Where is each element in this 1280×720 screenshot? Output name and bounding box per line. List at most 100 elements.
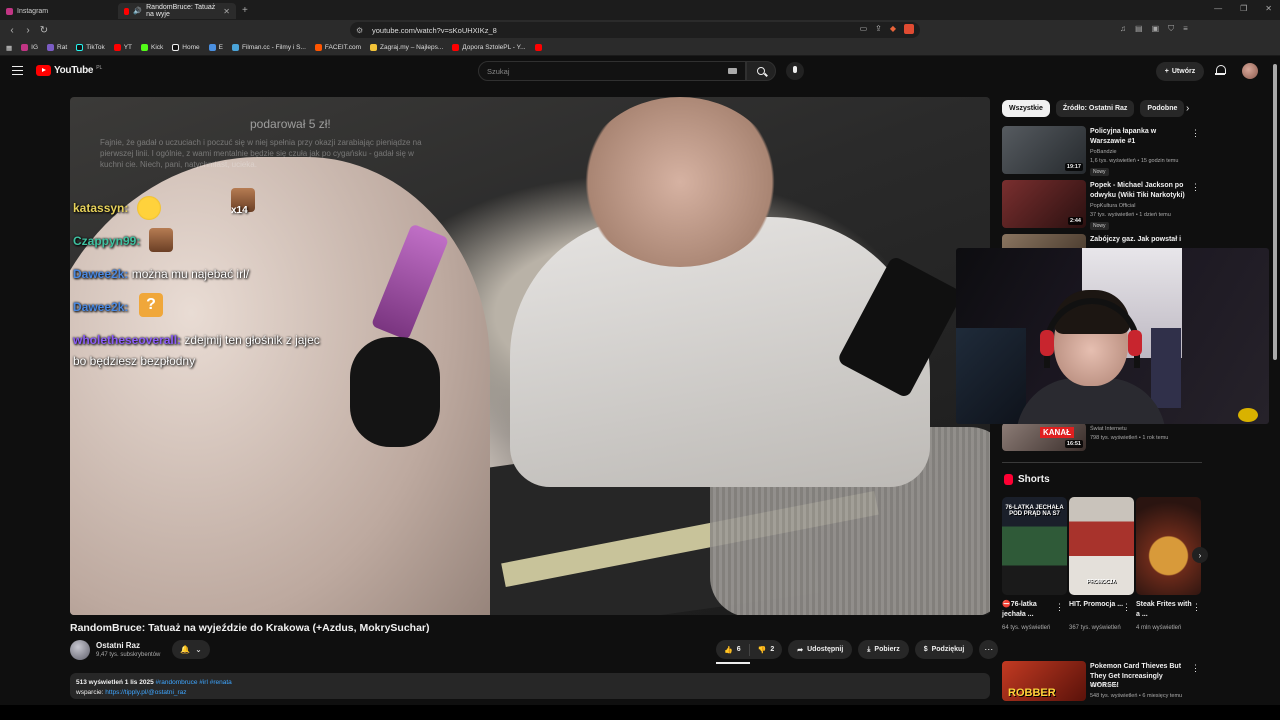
chip-all[interactable]: Wszystkie: [1002, 100, 1050, 117]
short-title[interactable]: ⛔76-latka jechała ...: [1002, 600, 1058, 620]
music-icon[interactable]: ♫: [1120, 24, 1126, 34]
question-emote-icon: ?: [139, 293, 163, 317]
hamburger-menu-icon[interactable]: [12, 66, 23, 75]
search-input[interactable]: Szukaj: [478, 61, 746, 81]
thumbs-down-icon: 👎: [757, 646, 767, 654]
menu-icon[interactable]: ≡: [1183, 24, 1188, 34]
duration-badge: 16:51: [1064, 440, 1083, 448]
video-player[interactable]: podarował 5 zł! Fajnie, że gadał o uczuc…: [70, 97, 990, 615]
close-window-icon[interactable]: ✕: [1265, 4, 1272, 13]
tiktok-icon: [76, 44, 84, 51]
brave-rewards-icon[interactable]: [904, 24, 914, 34]
bookmark-ig[interactable]: IG: [21, 44, 38, 51]
short-thumbnail[interactable]: 76-LATKA JECHAŁA POD PRĄD NA S7: [1002, 497, 1067, 595]
short-thumbnail[interactable]: [1136, 497, 1201, 595]
apps-icon[interactable]: ▦: [6, 44, 12, 52]
webcam-shelf: [1151, 328, 1181, 408]
bookmark-kick[interactable]: Kick: [141, 44, 163, 51]
bookmark-yt-extra[interactable]: [534, 44, 542, 51]
more-vert-icon[interactable]: ⋮: [1191, 182, 1200, 193]
bookmark-rat[interactable]: Rat: [47, 44, 67, 51]
sidebar-icon[interactable]: ▤: [1135, 24, 1143, 34]
recommended-channel: Świat Internetu: [1090, 426, 1127, 432]
bookmark-faceit[interactable]: FACEIT.com: [314, 44, 361, 51]
chat-message: bo będziesz bezpłodny: [73, 354, 196, 368]
forward-icon[interactable]: ›: [20, 25, 36, 36]
back-icon[interactable]: ‹: [4, 25, 20, 36]
support-link[interactable]: https://tipply.pl/@ostatni_raz: [105, 689, 186, 696]
site-settings-icon[interactable]: ⚙: [356, 26, 363, 35]
shorts-header: Shorts: [1004, 474, 1050, 485]
rat-icon: [47, 44, 55, 51]
more-vert-icon[interactable]: ⋮: [1192, 602, 1201, 613]
short-thumbnail[interactable]: PROMOCJA: [1069, 497, 1134, 595]
bookmark-zagraj[interactable]: Zagraj.my – Najleps...: [370, 44, 443, 51]
address-bar[interactable]: ⚙ youtube.com/watch?v=sKoUHXIKz_8 ▭ ⇪ ◆: [350, 22, 920, 38]
description-line: 513 wyświetleń 1 lis 2025 #randombruce #…: [76, 679, 232, 686]
close-tab-icon[interactable]: ✕: [223, 7, 230, 16]
bookmark-sztole[interactable]: Дорога SztolePL - Y...: [452, 44, 526, 51]
recommended-video[interactable]: 19:17 Policyjna łapanka w Warszawie #1 P…: [1002, 126, 1202, 176]
bookmark-tiktok[interactable]: TikTok: [76, 44, 105, 51]
subscription-bell-button[interactable]: 🔔 ⌄: [172, 640, 210, 659]
more-vert-icon[interactable]: ⋮: [1055, 602, 1064, 613]
tab-instagram[interactable]: Instagram: [0, 3, 118, 19]
account-avatar[interactable]: [1242, 63, 1258, 79]
shield-icon[interactable]: ⛉: [1168, 24, 1174, 34]
share-icon[interactable]: ⇪: [875, 24, 882, 34]
minimize-icon[interactable]: —: [1214, 4, 1222, 13]
chevron-right-icon[interactable]: ›: [1186, 103, 1189, 114]
channel-name[interactable]: Ostatni Raz: [96, 641, 140, 650]
wallet-icon[interactable]: ▣: [1152, 24, 1160, 34]
more-vert-icon[interactable]: ⋮: [1122, 602, 1131, 613]
brave-shields-icon[interactable]: ◆: [890, 24, 896, 34]
create-button[interactable]: + Utwórz: [1156, 62, 1204, 81]
bookmark-home[interactable]: Home: [172, 44, 200, 51]
voice-search-icon[interactable]: [786, 62, 804, 80]
short-views: 367 tys. wyświetleń: [1069, 625, 1121, 631]
laughing-emote-icon: [137, 196, 161, 220]
more-vert-icon[interactable]: ⋮: [1191, 128, 1200, 139]
thanks-button[interactable]: $ Podziękuj: [914, 640, 974, 659]
chat-message: Dawee2k:: [73, 300, 129, 314]
recommended-video[interactable]: Zabójczy gaz. Jak powstał i: [1002, 234, 1202, 248]
chip-source[interactable]: Źródło: Ostatni Raz: [1055, 100, 1135, 117]
video-thumbnail: KANAŁ 16:51: [1002, 423, 1086, 451]
video-description[interactable]: 513 wyświetleń 1 lis 2025 #randombruce #…: [70, 673, 990, 699]
channel-avatar[interactable]: [70, 640, 90, 660]
recommended-video[interactable]: ROBBER Pokemon Card Thieves But They Get…: [1002, 661, 1202, 711]
download-button[interactable]: ⤓ Pobierz: [858, 640, 909, 659]
new-tab-button[interactable]: +: [242, 5, 248, 16]
search-button[interactable]: [746, 61, 776, 81]
recommended-meta: 798 tys. wyświetleń • 1 rok temu: [1090, 435, 1169, 441]
zagraj-icon: [370, 44, 378, 51]
thumbnail-text: ROBBER: [1008, 687, 1056, 699]
short-title[interactable]: Steak Frites with a ...: [1136, 600, 1192, 620]
like-button[interactable]: 👍 6: [716, 646, 749, 654]
bookmark-yt[interactable]: YT: [113, 44, 132, 51]
page-scrollbar[interactable]: [1273, 64, 1277, 360]
restore-icon[interactable]: ❐: [1240, 4, 1247, 13]
hashtags[interactable]: #randombruce #irl #renata: [156, 679, 232, 686]
chevron-right-icon[interactable]: ›: [1192, 547, 1208, 563]
youtube-logo[interactable]: YouTube PL: [36, 65, 102, 76]
more-actions-icon[interactable]: ⋯: [979, 640, 999, 659]
install-icon[interactable]: ▭: [860, 24, 868, 34]
bookmark-e[interactable]: E: [208, 44, 223, 51]
recommended-video[interactable]: 2:44 Popek - Michael Jackson po odwyku (…: [1002, 180, 1202, 230]
bookmark-filman[interactable]: Filman.cc - Filmy i S...: [231, 44, 306, 51]
webcam-lamp: [1238, 408, 1258, 422]
keyboard-icon[interactable]: [728, 68, 737, 74]
more-vert-icon[interactable]: ⋮: [1191, 663, 1200, 674]
reload-icon[interactable]: ↻: [36, 25, 52, 36]
like-indicator: [716, 662, 750, 664]
tab-youtube-video[interactable]: 🔊 RandomBruce: Tatuaż na wyje ✕: [118, 3, 236, 19]
dislike-button[interactable]: 👎 2: [750, 646, 783, 654]
notifications-icon[interactable]: [1215, 65, 1226, 76]
thanks-icon: $: [923, 646, 928, 653]
video-thumbnail: 19:17: [1002, 126, 1086, 174]
share-button[interactable]: ➦ Udostępnij: [788, 640, 853, 659]
chip-related[interactable]: Podobne: [1140, 100, 1185, 117]
short-title[interactable]: HIT. Promocja ...: [1069, 600, 1125, 610]
like-dislike-group: 👍 6 👎 2: [716, 640, 783, 659]
